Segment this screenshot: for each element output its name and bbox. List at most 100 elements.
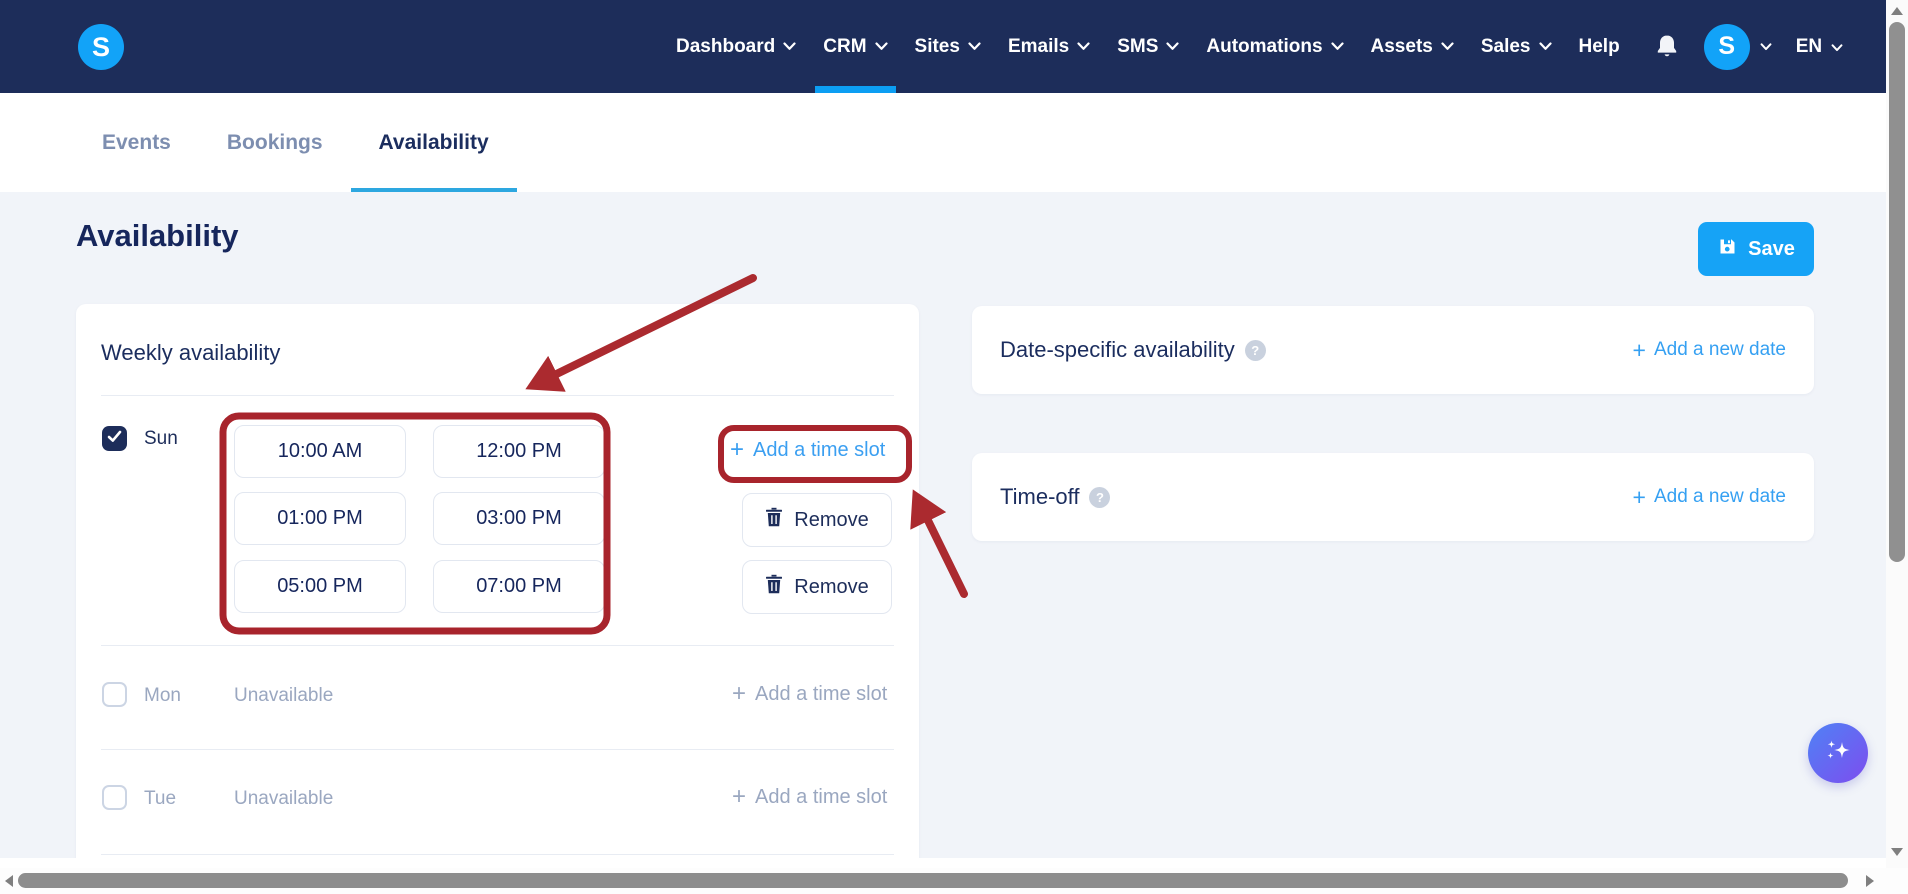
divider: [101, 749, 894, 750]
chevron-down-icon: [874, 42, 888, 51]
chevron-down-icon: [968, 42, 981, 51]
time-input-sun-3-start[interactable]: 05:00 PM: [234, 560, 406, 613]
trash-icon: [765, 574, 783, 600]
time-input-sun-2-start[interactable]: 01:00 PM: [234, 492, 406, 545]
scroll-right-arrow[interactable]: [1866, 875, 1874, 887]
tab-availability[interactable]: Availability: [350, 93, 517, 192]
plus-icon: +: [1632, 483, 1646, 510]
language-selector[interactable]: EN: [1796, 36, 1843, 58]
time-off-title: Time-off: [1000, 484, 1080, 509]
tab-label: Availability: [378, 130, 489, 154]
nav-item-sites[interactable]: Sites: [915, 0, 981, 93]
ai-assistant-button[interactable]: [1808, 723, 1868, 783]
sparkles-icon: [1821, 735, 1855, 772]
plus-icon: +: [732, 680, 747, 707]
day-checkbox-tue[interactable]: [102, 785, 127, 810]
app-logo[interactable]: S: [78, 24, 124, 70]
add-time-slot-label: Add a time slot: [753, 438, 886, 461]
language-code: EN: [1795, 35, 1823, 57]
nav-item-assets[interactable]: Assets: [1371, 0, 1454, 93]
time-input-sun-1-end[interactable]: 12:00 PM: [433, 425, 605, 478]
navbar-right: S EN: [1654, 0, 1843, 93]
chevron-down-icon: [1831, 36, 1843, 58]
vertical-scrollbar[interactable]: [1886, 0, 1908, 868]
tab-label: Events: [102, 130, 171, 154]
nav-label: Help: [1578, 35, 1620, 57]
trash-icon: [765, 507, 783, 533]
add-time-slot-label: Add a time slot: [755, 785, 888, 808]
app-window: S Dashboard CRM Sites Emails SMS Automat…: [0, 0, 1908, 894]
scroll-up-arrow[interactable]: [1891, 7, 1903, 15]
chevron-down-icon: [783, 42, 796, 51]
chevron-down-icon: [1760, 38, 1772, 56]
horizontal-scrollbar-thumb[interactable]: [18, 873, 1848, 888]
nav-item-automations[interactable]: Automations: [1206, 0, 1344, 93]
check-icon: [107, 430, 122, 448]
remove-label: Remove: [794, 575, 869, 598]
save-icon: [1717, 236, 1738, 263]
nav-label: Emails: [1007, 35, 1070, 57]
add-new-date-label: Add a new date: [1653, 486, 1786, 507]
add-time-slot-button-mon[interactable]: + Add a time slot: [732, 682, 887, 706]
nav-label: Sales: [1480, 35, 1531, 57]
add-new-date-button-date-specific[interactable]: + Add a new date: [1632, 336, 1786, 363]
day-checkbox-sun[interactable]: [102, 426, 127, 451]
time-off-card: Time-off ? + Add a new date: [972, 453, 1814, 541]
time-input-sun-1-start[interactable]: 10:00 AM: [234, 425, 406, 478]
chevron-down-icon: [1538, 42, 1552, 51]
help-icon[interactable]: ?: [1089, 486, 1111, 508]
avatar: S: [1703, 23, 1750, 70]
vertical-scrollbar-thumb[interactable]: [1889, 22, 1905, 562]
weekly-availability-card: Weekly availability Sun 10:00 AM 12:00 P…: [76, 304, 919, 858]
save-label: Save: [1748, 237, 1795, 260]
time-input-sun-2-end[interactable]: 03:00 PM: [433, 492, 605, 545]
add-time-slot-button-sun[interactable]: + Add a time slot: [730, 438, 885, 462]
top-navbar: S Dashboard CRM Sites Emails SMS Automat…: [0, 0, 1886, 93]
nav-item-emails[interactable]: Emails: [1008, 0, 1090, 93]
plus-icon: +: [1632, 336, 1646, 363]
notifications-bell-icon[interactable]: [1654, 34, 1680, 60]
nav-label: Dashboard: [676, 35, 776, 57]
nav-item-crm[interactable]: CRM: [815, 0, 896, 93]
nav-item-sms[interactable]: SMS: [1117, 0, 1180, 93]
logo-letter: S: [78, 24, 124, 70]
plus-icon: +: [732, 783, 747, 810]
remove-label: Remove: [794, 508, 869, 531]
date-specific-title: Date-specific availability: [1000, 337, 1235, 362]
nav-item-sales[interactable]: Sales: [1481, 0, 1552, 93]
user-menu[interactable]: S: [1703, 23, 1772, 70]
scroll-down-arrow[interactable]: [1891, 848, 1903, 856]
add-new-date-button-time-off[interactable]: + Add a new date: [1632, 483, 1786, 510]
section-tabbar: Events Bookings Availability: [0, 93, 1886, 192]
remove-slot-button-1[interactable]: Remove: [742, 493, 892, 547]
add-new-date-label: Add a new date: [1653, 339, 1786, 360]
divider: [101, 645, 894, 646]
status-unavailable-tue: Unavailable: [234, 788, 334, 809]
chevron-down-icon: [1166, 42, 1180, 51]
help-icon[interactable]: ?: [1244, 339, 1266, 361]
chevron-down-icon: [1330, 42, 1344, 51]
time-input-sun-3-end[interactable]: 07:00 PM: [433, 560, 605, 613]
nav-label: CRM: [823, 35, 867, 57]
status-unavailable-mon: Unavailable: [234, 685, 334, 706]
chevron-down-icon: [1441, 42, 1454, 51]
nav-label: Automations: [1206, 35, 1323, 57]
horizontal-scrollbar[interactable]: [0, 868, 1908, 894]
save-button[interactable]: Save: [1698, 222, 1814, 276]
nav-item-help[interactable]: Help: [1579, 0, 1620, 93]
day-checkbox-mon[interactable]: [102, 682, 127, 707]
tab-bookings[interactable]: Bookings: [199, 93, 351, 192]
page-title: Availability: [76, 218, 239, 253]
nav-item-dashboard[interactable]: Dashboard: [676, 0, 796, 93]
date-specific-availability-card: Date-specific availability ? + Add a new…: [972, 306, 1814, 394]
tab-events[interactable]: Events: [74, 93, 199, 192]
nav-label: SMS: [1117, 35, 1159, 57]
remove-slot-button-2[interactable]: Remove: [742, 560, 892, 614]
plus-icon: +: [730, 436, 745, 463]
add-time-slot-label: Add a time slot: [755, 682, 888, 705]
day-label-sun: Sun: [144, 428, 178, 449]
add-time-slot-button-tue[interactable]: + Add a time slot: [732, 785, 887, 809]
scroll-left-arrow[interactable]: [5, 875, 13, 887]
nav-label: Assets: [1370, 35, 1433, 57]
tab-label: Bookings: [226, 130, 323, 154]
